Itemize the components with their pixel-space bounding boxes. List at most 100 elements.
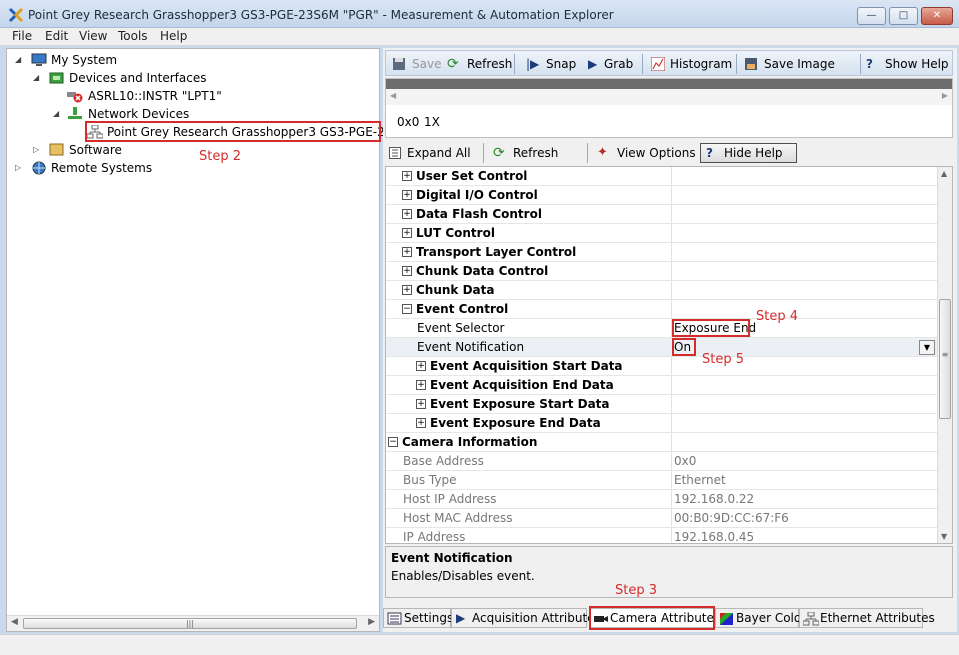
scrollbar-thumb[interactable]: ≡	[939, 299, 951, 419]
histogram-label: Histogram	[670, 57, 733, 71]
attribute-row-host-ip[interactable]: Host IP Address 192.168.0.22	[386, 490, 938, 509]
tree-label-my-system: My System	[51, 53, 118, 67]
tree-horizontal-scrollbar[interactable]: ◀ ||| ▶	[7, 615, 379, 631]
tree-label-devices-interfaces: Devices and Interfaces	[69, 71, 207, 85]
attribute-value: 0x0	[674, 454, 697, 468]
scroll-down-icon[interactable]: ▼	[941, 532, 947, 541]
attribute-toolbar: Expand All ⟳ Refresh ✦ View Options ? Hi…	[385, 142, 953, 164]
expand-icon[interactable]: +	[416, 418, 426, 428]
attribute-row-host-mac[interactable]: Host MAC Address 00:B0:9D:CC:67:F6	[386, 509, 938, 528]
attribute-row-event-exposure-start[interactable]: + Event Exposure Start Data	[386, 395, 938, 414]
scroll-up-icon[interactable]: ▲	[941, 169, 947, 178]
tab-label: Acquisition Attributes	[472, 611, 601, 625]
expand-icon[interactable]: +	[416, 380, 426, 390]
image-preview	[386, 79, 952, 89]
attribute-row-transport-layer-control[interactable]: + Transport Layer Control	[386, 243, 938, 262]
expand-icon[interactable]: +	[416, 399, 426, 409]
step2-highlight	[85, 121, 381, 142]
minimize-icon[interactable]: —	[857, 7, 886, 25]
attribute-row-base-address[interactable]: Base Address 0x0	[386, 452, 938, 471]
attribute-row-event-acquisition-end[interactable]: + Event Acquisition End Data	[386, 376, 938, 395]
attribute-row-user-set-control[interactable]: + User Set Control	[386, 167, 938, 186]
attribute-name: Base Address	[403, 454, 484, 468]
expand-icon[interactable]: +	[402, 190, 412, 200]
attribute-vertical-scrollbar[interactable]: ▲ ≡ ▼	[937, 167, 952, 543]
camera-panel: Save ⟳ Refresh |▶ Snap ▶ Grab Histogram …	[383, 48, 957, 632]
attribute-name: Camera Information	[402, 435, 538, 449]
ethernet-icon	[803, 612, 819, 626]
expand-icon[interactable]: +	[402, 171, 412, 181]
expand-icon[interactable]: +	[402, 247, 412, 257]
attribute-row-data-flash-control[interactable]: + Data Flash Control	[386, 205, 938, 224]
attribute-name: Chunk Data Control	[416, 264, 549, 278]
attribute-name: Event Exposure Start Data	[430, 397, 610, 411]
attribute-name: LUT Control	[416, 226, 495, 240]
attribute-row-event-exposure-end[interactable]: + Event Exposure End Data	[386, 414, 938, 433]
status-bar	[0, 634, 959, 655]
tab-settings[interactable]: Settings	[383, 608, 453, 628]
attribute-refresh-label: Refresh	[513, 146, 559, 160]
image-horizontal-scrollbar[interactable]: ◀ ▶	[386, 89, 952, 105]
scrollbar-thumb[interactable]: |||	[23, 618, 357, 629]
tree-label-asrl: ASRL10::INSTR "LPT1"	[88, 89, 222, 103]
attribute-row-event-acquisition-start[interactable]: + Event Acquisition Start Data	[386, 357, 938, 376]
attribute-row-bus-type[interactable]: Bus Type Ethernet	[386, 471, 938, 490]
attribute-row-ip-address[interactable]: IP Address 192.168.0.45	[386, 528, 938, 544]
scroll-right-icon[interactable]: ▶	[942, 91, 948, 100]
collapse-icon[interactable]: −	[388, 437, 398, 447]
attribute-row-digital-io-control[interactable]: + Digital I/O Control	[386, 186, 938, 205]
collapse-arrow-icon[interactable]: ◢	[53, 105, 59, 123]
scroll-left-icon[interactable]: ◀	[11, 617, 18, 627]
menu-view[interactable]: View	[79, 29, 107, 43]
image-display[interactable]: ◀ ▶ 0x0 1X	[385, 78, 953, 138]
show-help-label: Show Help	[885, 57, 949, 71]
menu-help[interactable]: Help	[160, 29, 187, 43]
expand-icon[interactable]: +	[402, 285, 412, 295]
menu-file[interactable]: File	[12, 29, 32, 43]
zoom-level: 1X	[424, 115, 440, 129]
toolbar-separator	[514, 54, 515, 74]
tab-label: Ethernet Attributes	[820, 611, 935, 625]
expand-icon[interactable]: +	[402, 266, 412, 276]
hide-help-button[interactable]: ? Hide Help	[700, 143, 797, 163]
attribute-row-camera-information[interactable]: − Camera Information	[386, 433, 938, 452]
attribute-row-chunk-data-control[interactable]: + Chunk Data Control	[386, 262, 938, 281]
hide-help-label: Hide Help	[724, 146, 783, 160]
help-description-panel: Event Notification Enables/Disables even…	[385, 546, 953, 598]
expand-arrow-icon[interactable]: ▷	[15, 159, 21, 177]
tab-bayer-color[interactable]: Bayer Color	[715, 608, 806, 628]
dropdown-arrow-icon[interactable]: ▼	[919, 340, 935, 355]
tab-ethernet-attributes[interactable]: Ethernet Attributes	[799, 608, 935, 628]
expand-all-label: Expand All	[407, 146, 471, 160]
attribute-row-chunk-data[interactable]: + Chunk Data	[386, 281, 938, 300]
attribute-row-event-selector[interactable]: Event Selector Exposure End	[386, 319, 938, 338]
collapse-arrow-icon[interactable]: ◢	[33, 69, 39, 87]
maximize-icon[interactable]: □	[889, 7, 918, 25]
attribute-name: Event Control	[416, 302, 509, 316]
scroll-right-icon[interactable]: ▶	[368, 617, 375, 627]
expand-icon[interactable]: +	[402, 228, 412, 238]
attribute-row-event-notification[interactable]: Event Notification On ▼	[386, 338, 938, 357]
attribute-row-event-control[interactable]: − Event Control	[386, 300, 938, 319]
menu-tools[interactable]: Tools	[118, 29, 148, 43]
attribute-name: IP Address	[403, 530, 466, 544]
description-title: Event Notification	[391, 551, 513, 565]
refresh-icon: ⟳	[493, 145, 505, 161]
expand-icon[interactable]: +	[416, 361, 426, 371]
attribute-table[interactable]: + User Set Control + Digital I/O Control…	[385, 166, 953, 544]
close-icon[interactable]: ✕	[921, 7, 953, 25]
attribute-name: Event Acquisition Start Data	[430, 359, 623, 373]
attribute-row-lut-control[interactable]: + LUT Control	[386, 224, 938, 243]
scroll-left-icon[interactable]: ◀	[390, 91, 396, 100]
expand-icon[interactable]: +	[402, 209, 412, 219]
menu-edit[interactable]: Edit	[45, 29, 68, 43]
refresh-label: Refresh	[467, 57, 513, 71]
attribute-name: Event Selector	[417, 321, 505, 335]
collapse-icon[interactable]: −	[402, 304, 412, 314]
collapse-arrow-icon[interactable]: ◢	[15, 51, 21, 69]
configuration-tree[interactable]: ◢ My System ◢ Devices and Interfaces ASR…	[6, 48, 418, 632]
expand-arrow-icon[interactable]: ▷	[33, 141, 39, 159]
attribute-name: Data Flash Control	[416, 207, 542, 221]
histogram-icon	[651, 57, 665, 71]
tab-acquisition-attributes[interactable]: ▶ Acquisition Attributes	[451, 608, 601, 628]
